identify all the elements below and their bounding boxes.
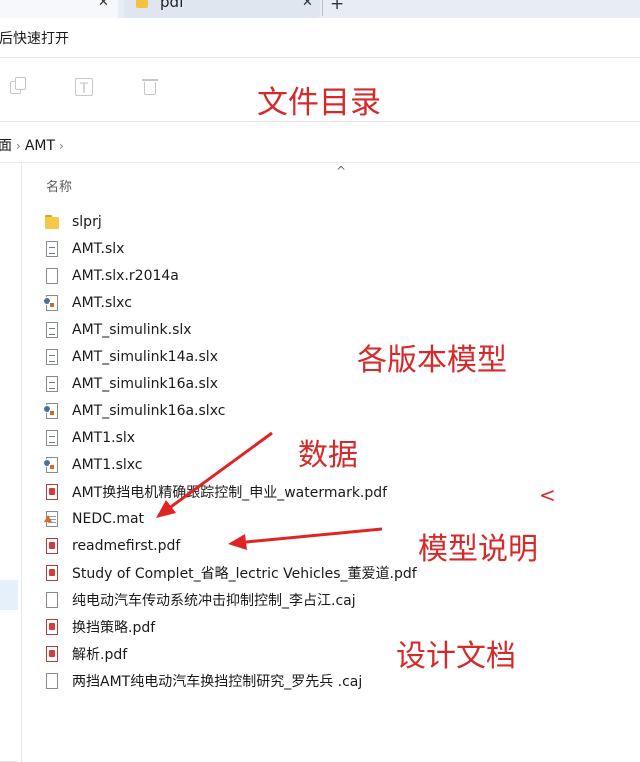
tab-strip: ✕ pdf ✕ + bbox=[0, 0, 640, 18]
folder-icon bbox=[136, 0, 148, 8]
file-name: Study of Complet_省略_lectric Vehicles_董爱道… bbox=[72, 565, 417, 582]
file-item[interactable]: AMT换挡电机精确跟踪控制_申业_watermark.pdf bbox=[44, 478, 604, 505]
file-name: AMT_simulink16a.slx bbox=[72, 375, 218, 392]
navigation-pane[interactable] bbox=[0, 163, 22, 762]
file-item[interactable]: 两挡AMT纯电动汽车换挡控制研究_罗先兵 .caj bbox=[44, 667, 604, 694]
simulink-file-icon bbox=[44, 240, 60, 258]
file-name: AMT换挡电机精确跟踪控制_申业_watermark.pdf bbox=[72, 484, 388, 501]
tab-pdf[interactable]: pdf ✕ bbox=[124, 0, 320, 18]
file-name: AMT1.slx bbox=[72, 429, 136, 446]
pdf-file-icon bbox=[44, 537, 60, 555]
tab-previous[interactable]: ✕ bbox=[0, 0, 118, 18]
rename-icon[interactable]: T bbox=[75, 78, 93, 97]
file-name: AMT_simulink16a.slxc bbox=[72, 402, 226, 419]
trash-icon[interactable] bbox=[141, 77, 161, 97]
close-icon[interactable]: ✕ bbox=[98, 0, 109, 10]
file-item[interactable]: 换挡策略.pdf bbox=[44, 613, 604, 640]
pdf-file-icon bbox=[44, 618, 60, 636]
pdf-file-icon bbox=[44, 483, 60, 501]
pdf-file-icon bbox=[44, 564, 60, 582]
simulink-file-icon bbox=[44, 321, 60, 339]
file-name: AMT.slx.r2014a bbox=[72, 267, 179, 284]
file-item[interactable]: slprj bbox=[44, 208, 604, 235]
file-name: readmefirst.pdf bbox=[72, 537, 181, 554]
pdf-file-icon bbox=[44, 645, 60, 663]
tab-title: pdf bbox=[160, 0, 185, 11]
file-icon bbox=[44, 267, 60, 285]
file-item[interactable]: 纯电动汽车传动系统冲击抑制控制_李占江.caj bbox=[44, 586, 604, 613]
file-name: 纯电动汽车传动系统冲击抑制控制_李占江.caj bbox=[72, 592, 356, 609]
breadcrumb: 面 › AMT › bbox=[0, 135, 68, 155]
file-item[interactable]: AMT.slx bbox=[44, 235, 604, 262]
file-icon bbox=[44, 672, 60, 690]
annotation-design-docs: 设计文档 bbox=[396, 639, 516, 674]
simulink-file-icon bbox=[44, 375, 60, 393]
chevron-right-icon: › bbox=[16, 139, 21, 153]
sort-ascending-icon: ^ bbox=[336, 164, 347, 178]
slxc-file-icon bbox=[43, 294, 60, 312]
file-name: AMT.slx bbox=[72, 240, 125, 257]
folder-icon bbox=[44, 213, 60, 231]
mat-file-icon bbox=[44, 510, 60, 528]
file-name: 两挡AMT纯电动汽车换挡控制研究_罗先兵 .caj bbox=[72, 673, 363, 690]
column-header-name[interactable]: 名称 bbox=[46, 176, 72, 195]
file-icon bbox=[44, 591, 60, 609]
annotation-model-versions: 各版本模型 bbox=[357, 343, 507, 378]
tab-separator bbox=[322, 0, 323, 16]
file-name: NEDC.mat bbox=[72, 510, 145, 527]
simulink-file-icon bbox=[44, 348, 60, 366]
chevron-right-icon[interactable]: › bbox=[59, 139, 64, 153]
close-icon[interactable]: ✕ bbox=[302, 0, 313, 10]
slxc-file-icon bbox=[43, 456, 60, 474]
divider bbox=[0, 57, 640, 58]
file-item[interactable]: AMT_simulink14a.slx bbox=[44, 343, 604, 370]
simulink-file-icon bbox=[44, 429, 60, 447]
file-item[interactable]: AMT_simulink.slx bbox=[44, 316, 604, 343]
breadcrumb-root[interactable]: 面 bbox=[0, 138, 12, 154]
divider bbox=[0, 162, 640, 163]
file-item[interactable]: AMT.slx.r2014a bbox=[44, 262, 604, 289]
file-name: slprj bbox=[72, 213, 102, 230]
file-name: AMT.slxc bbox=[72, 294, 132, 311]
copy-icon[interactable] bbox=[10, 77, 30, 97]
file-item[interactable]: AMT_simulink16a.slxc bbox=[43, 397, 604, 424]
file-name: 换挡策略.pdf bbox=[72, 619, 156, 636]
annotation-data: 数据 bbox=[298, 438, 358, 473]
breadcrumb-folder[interactable]: AMT bbox=[25, 138, 55, 154]
file-item[interactable]: AMT_simulink16a.slx bbox=[44, 370, 604, 397]
annotation-file-directory: 文件目录 bbox=[257, 85, 381, 121]
slxc-file-icon bbox=[43, 402, 60, 420]
quick-access-label[interactable]: 后快速打开 bbox=[0, 28, 69, 48]
divider bbox=[0, 121, 640, 122]
file-name: AMT1.slxc bbox=[72, 456, 143, 473]
file-item[interactable]: AMT.slxc bbox=[43, 289, 604, 316]
file-name: 解析.pdf bbox=[72, 646, 128, 663]
file-item[interactable]: 解析.pdf bbox=[44, 640, 604, 667]
file-name: AMT_simulink.slx bbox=[72, 321, 192, 338]
plus-icon[interactable]: + bbox=[330, 0, 344, 14]
annotation-model-readme: 模型说明 bbox=[418, 532, 538, 567]
file-name: AMT_simulink14a.slx bbox=[72, 348, 218, 365]
nav-item-selected[interactable] bbox=[0, 580, 18, 610]
annotation-stray-mark: < bbox=[539, 483, 556, 507]
